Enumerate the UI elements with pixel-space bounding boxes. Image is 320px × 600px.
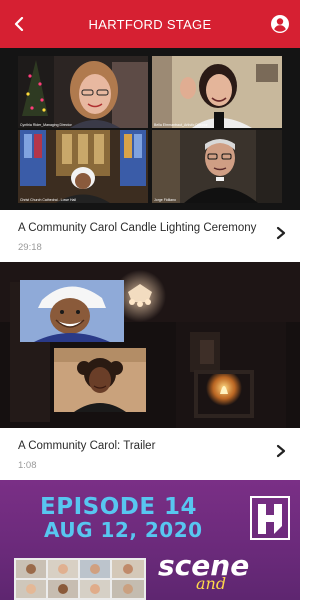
episode-banner[interactable]: EPISODE 14 AUG 12, 2020 scene and (0, 480, 300, 600)
participant-tile: Bella Ehrmantraut_Artistic Director (152, 56, 282, 128)
participant-video (18, 56, 148, 128)
back-button[interactable] (8, 12, 32, 36)
participant-tile (54, 348, 146, 412)
page-title: HARTFORD STAGE (88, 16, 212, 32)
participant-tile: Jorge Fidliano (152, 130, 282, 203)
show-title-and: and (196, 574, 227, 593)
participant-tile (20, 280, 124, 342)
video-thumbnail[interactable] (0, 262, 300, 428)
chevron-left-icon (14, 17, 24, 31)
participant-name: Jorge Fidliano (154, 198, 176, 202)
account-circle-icon (271, 15, 289, 33)
video-duration: 1:08 (18, 460, 37, 471)
participant-name: Christ Church Cathedral - Lowe Hall (20, 198, 77, 202)
video-title: A Community Carol: Trailer (18, 440, 156, 452)
account-button[interactable] (270, 14, 290, 34)
participant-video (152, 56, 282, 128)
video-caption[interactable]: A Community Carol: Trailer 1:08 (0, 428, 300, 480)
participant-video (18, 130, 148, 203)
participant-tile: Christ Church Cathedral - Lowe Hall (18, 130, 148, 203)
video-caption[interactable]: A Community Carol Candle Lighting Ceremo… (0, 210, 300, 262)
participant-video (152, 130, 282, 203)
episode-number: EPISODE 14 (40, 494, 198, 520)
chevron-right-icon (276, 444, 286, 458)
app-header: HARTFORD STAGE (0, 0, 300, 48)
video-title: A Community Carol Candle Lighting Ceremo… (18, 222, 257, 234)
participant-tile: Cynthia Rider_Managing Director (18, 56, 148, 128)
participant-name: Cynthia Rider_Managing Director (20, 123, 72, 127)
chevron-right-icon (276, 226, 286, 240)
participant-name: Bella Ehrmantraut_Artistic Director (154, 123, 208, 127)
hartford-stage-logo (250, 496, 290, 540)
video-card[interactable]: Cynthia Rider_Managing Director Bella Eh… (0, 48, 300, 262)
video-thumbnail[interactable]: Cynthia Rider_Managing Director Bella Eh… (0, 48, 300, 210)
participant-video (20, 280, 124, 342)
video-card[interactable]: A Community Carol: Trailer 1:08 (0, 262, 300, 480)
episode-date: AUG 12, 2020 (44, 518, 203, 542)
video-duration: 29:18 (18, 242, 42, 253)
participant-video (54, 348, 146, 412)
participant-grid (14, 558, 146, 600)
